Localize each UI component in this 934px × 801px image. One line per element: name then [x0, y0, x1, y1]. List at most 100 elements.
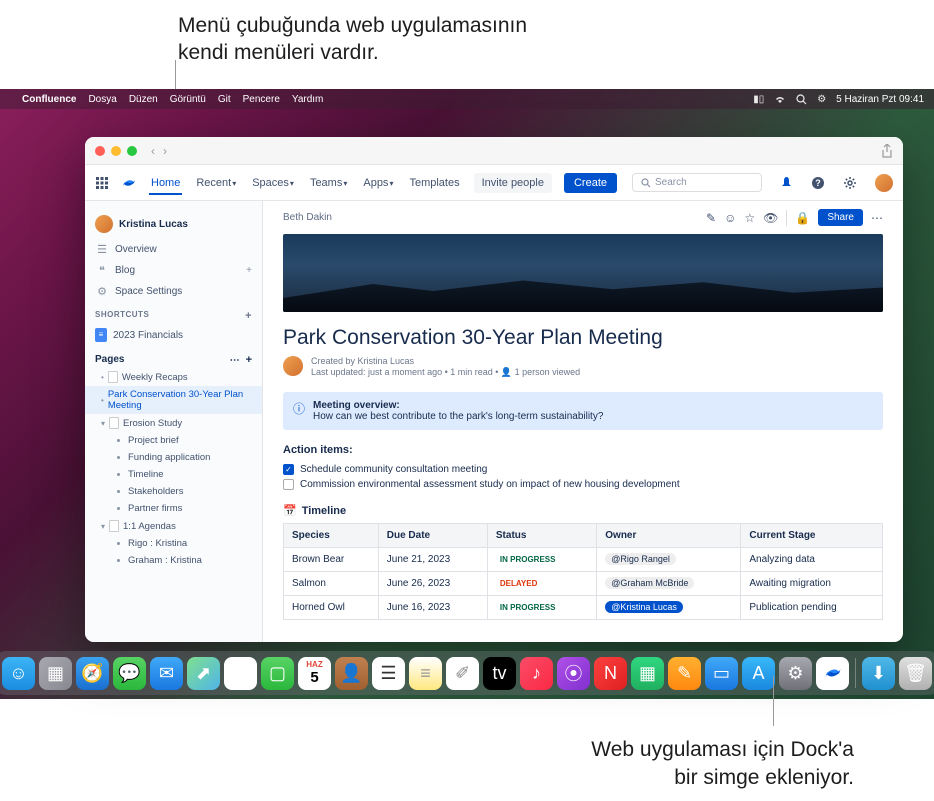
dock-calendar-icon[interactable]: HAZ 5 [298, 657, 331, 690]
confluence-top-nav: Home Recent▾ Spaces▾ Teams▾ Apps▾ Templa… [85, 165, 903, 201]
close-button[interactable] [95, 146, 105, 156]
bullet-icon [117, 473, 120, 476]
nav-recent[interactable]: Recent▾ [194, 173, 238, 193]
dock-appstore-icon[interactable]: A [742, 657, 775, 690]
tree-timeline[interactable]: Timeline [85, 466, 262, 483]
sidebar-space-settings[interactable]: ⚙ Space Settings [85, 281, 262, 302]
settings-icon[interactable] [843, 176, 857, 190]
dock-music-icon[interactable]: ♪ [520, 657, 553, 690]
dock-podcasts-icon[interactable]: ⦿ [557, 657, 590, 690]
create-button[interactable]: Create [564, 173, 617, 193]
menubar-item-edit[interactable]: Düzen [129, 94, 158, 105]
chevron-icon: • [101, 396, 104, 405]
tree-project-brief[interactable]: Project brief [85, 432, 262, 449]
dock-safari-icon[interactable]: 🧭 [76, 657, 109, 690]
menubar-app-name[interactable]: Confluence [22, 94, 76, 105]
add-page-button[interactable]: + [246, 354, 252, 366]
nav-apps[interactable]: Apps▾ [361, 173, 395, 193]
user-mention[interactable]: @Graham McBride [605, 577, 694, 589]
checkbox-checked[interactable]: ✓ [283, 464, 294, 475]
dock-mail-icon[interactable]: ✉ [150, 657, 183, 690]
dock-keynote-icon[interactable]: ▭ [705, 657, 738, 690]
menubar-item-view[interactable]: Görüntü [170, 94, 206, 105]
breadcrumb[interactable]: Beth Dakin [283, 212, 332, 223]
profile-avatar[interactable] [875, 174, 893, 192]
battery-icon[interactable]: ▮▯ [753, 94, 764, 105]
menubar-item-window[interactable]: Pencere [243, 94, 280, 105]
forward-button[interactable]: › [163, 144, 167, 158]
control-center-icon[interactable]: ⚙ [817, 94, 826, 105]
menubar-item-help[interactable]: Yardım [292, 94, 324, 105]
maximize-button[interactable] [127, 146, 137, 156]
desktop: Confluence Dosya Düzen Görüntü Git Pence… [0, 89, 934, 699]
dock-messages-icon[interactable]: 💬 [113, 657, 146, 690]
help-icon[interactable]: ? [811, 176, 825, 190]
back-button[interactable]: ‹ [151, 144, 155, 158]
invite-button[interactable]: Invite people [474, 173, 552, 193]
tree-erosion[interactable]: ▾Erosion Study [85, 414, 262, 432]
menubar-item-file[interactable]: Dosya [88, 94, 116, 105]
checkbox-unchecked[interactable] [283, 479, 294, 490]
sidebar-user[interactable]: Kristina Lucas [85, 209, 262, 239]
menubar: Confluence Dosya Düzen Görüntü Git Pence… [0, 89, 934, 109]
minimize-button[interactable] [111, 146, 121, 156]
dock-finder-icon[interactable]: ☺ [2, 657, 35, 690]
tree-agendas[interactable]: ▾1:1 Agendas [85, 517, 262, 535]
sidebar: Kristina Lucas ☰ Overview ❝ Blog + ⚙ Spa… [85, 201, 263, 642]
add-shortcut-button[interactable]: + [245, 310, 252, 322]
cell-species: Salmon [284, 572, 379, 596]
user-mention[interactable]: @Kristina Lucas [605, 601, 683, 613]
sidebar-overview[interactable]: ☰ Overview [85, 239, 262, 260]
tree-stakeholders[interactable]: Stakeholders [85, 483, 262, 500]
app-switcher-icon[interactable] [95, 176, 109, 190]
search-input[interactable]: Search [632, 173, 762, 192]
dock-launchpad-icon[interactable]: ▦ [39, 657, 72, 690]
tree-park[interactable]: •Park Conservation 30-Year Plan Meeting [85, 386, 262, 414]
tree-rigo[interactable]: Rigo : Kristina [85, 535, 262, 552]
user-mention[interactable]: @Rigo Rangel [605, 553, 676, 565]
star-icon[interactable]: ☆ [744, 211, 755, 225]
bullet-icon [117, 439, 120, 442]
dock-contacts-icon[interactable]: 👤 [335, 657, 368, 690]
cell-due: June 21, 2023 [378, 548, 487, 572]
wifi-icon[interactable] [774, 95, 786, 104]
sidebar-blog[interactable]: ❝ Blog + [85, 260, 262, 281]
lock-icon[interactable]: 🔒 [795, 211, 810, 225]
nav-templates[interactable]: Templates [407, 173, 461, 193]
spotlight-icon[interactable] [796, 94, 807, 105]
dock-freeform-icon[interactable]: ✐ [446, 657, 479, 690]
menubar-item-go[interactable]: Git [218, 94, 231, 105]
nav-home[interactable]: Home [149, 173, 182, 195]
sidebar-shortcut-item[interactable]: ≡ 2023 Financials [85, 324, 262, 346]
tree-graham[interactable]: Graham : Kristina [85, 552, 262, 569]
edit-icon[interactable]: ✎ [706, 211, 716, 225]
dock-news-icon[interactable]: N [594, 657, 627, 690]
cell-due: June 16, 2023 [378, 596, 487, 620]
dock-trash-icon[interactable]: 🗑 [899, 657, 932, 690]
dock-facetime-icon[interactable]: ▢ [261, 657, 294, 690]
tree-partner[interactable]: Partner firms [85, 500, 262, 517]
dock-confluence-icon[interactable] [816, 657, 849, 690]
dock-notes-icon[interactable]: ≡ [409, 657, 442, 690]
pages-more-icon[interactable]: ⋯ [230, 355, 240, 366]
dock-settings-icon[interactable]: ⚙ [779, 657, 812, 690]
dock-tv-icon[interactable]: tv [483, 657, 516, 690]
notifications-icon[interactable] [780, 176, 793, 189]
dock-pages-icon[interactable]: ✎ [668, 657, 701, 690]
dock-numbers-icon[interactable]: ▦ [631, 657, 664, 690]
tree-funding[interactable]: Funding application [85, 449, 262, 466]
dock-reminders-icon[interactable]: ☰ [372, 657, 405, 690]
more-icon[interactable]: ⋯ [871, 211, 883, 225]
dock-downloads-icon[interactable]: ⬇ [862, 657, 895, 690]
nav-teams[interactable]: Teams▾ [308, 173, 349, 193]
share-icon[interactable] [881, 144, 893, 158]
confluence-logo-icon[interactable] [121, 175, 137, 191]
watch-icon[interactable]: 👁 [763, 211, 778, 225]
share-button[interactable]: Share [818, 209, 863, 226]
menubar-datetime[interactable]: 5 Haziran Pzt 09:41 [836, 94, 924, 105]
dock-maps-icon[interactable]: ⬈ [187, 657, 220, 690]
comment-icon[interactable]: ☺ [724, 211, 736, 225]
dock-photos-icon[interactable]: 🏵 [224, 657, 257, 690]
tree-weekly[interactable]: •Weekly Recaps [85, 368, 262, 386]
nav-spaces[interactable]: Spaces▾ [250, 173, 296, 193]
